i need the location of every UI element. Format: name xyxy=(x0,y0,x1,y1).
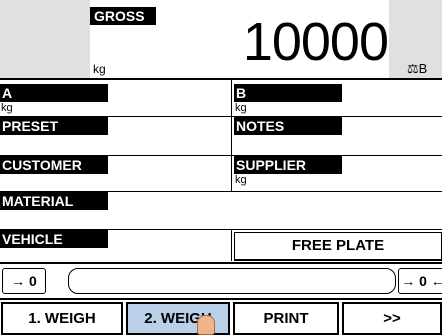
weigh-1-button[interactable]: 1. WEIGH xyxy=(1,302,123,335)
next-page-button[interactable]: >> xyxy=(342,302,442,335)
gross-label: GROSS xyxy=(90,7,156,25)
row-divider xyxy=(0,229,442,230)
scale-icon: ⚖ xyxy=(407,61,419,76)
section-divider xyxy=(0,262,442,264)
field-supplier-unit: kg xyxy=(235,174,247,186)
field-b[interactable]: B kg xyxy=(234,84,442,117)
weight-display: 10000 xyxy=(242,12,389,72)
field-b-unit: kg xyxy=(235,102,247,114)
free-plate-button[interactable]: FREE PLATE xyxy=(234,232,442,261)
field-material[interactable]: MATERIAL xyxy=(0,192,442,228)
row-divider xyxy=(0,155,442,156)
field-customer-label: CUSTOMER xyxy=(0,156,108,174)
field-supplier[interactable]: SUPPLIER kg xyxy=(234,156,442,190)
row-divider xyxy=(0,191,442,192)
scale-indicator: ⚖B xyxy=(407,61,427,77)
field-supplier-label: SUPPLIER xyxy=(234,156,342,174)
field-notes[interactable]: NOTES xyxy=(234,117,442,154)
display-divider xyxy=(0,78,442,80)
field-b-label: B xyxy=(234,84,342,102)
field-preset-label: PRESET xyxy=(0,117,108,135)
field-customer[interactable]: CUSTOMER xyxy=(0,156,229,190)
field-preset[interactable]: PRESET xyxy=(0,117,229,154)
zero-left-button[interactable]: → 0 ← xyxy=(2,268,46,313)
zero-status-bar xyxy=(68,268,396,294)
field-a-unit: kg xyxy=(1,102,13,114)
field-a[interactable]: A kg xyxy=(0,84,229,117)
field-vehicle[interactable]: VEHICLE xyxy=(0,230,229,260)
scale-letter: B xyxy=(418,61,428,76)
field-notes-label: NOTES xyxy=(234,117,342,135)
field-vehicle-label: VEHICLE xyxy=(0,230,108,248)
field-a-label: A xyxy=(0,84,108,102)
print-button[interactable]: PRINT xyxy=(233,302,339,335)
row-divider xyxy=(0,116,442,117)
zero-right-button[interactable]: → 0 ← xyxy=(398,268,442,294)
section-divider xyxy=(0,298,442,300)
weight-unit: kg xyxy=(93,62,106,76)
pointer-finger-icon xyxy=(197,315,215,335)
field-material-label: MATERIAL xyxy=(0,192,108,210)
column-divider xyxy=(231,229,232,261)
left-gray-panel xyxy=(0,0,90,78)
column-divider xyxy=(231,80,232,191)
